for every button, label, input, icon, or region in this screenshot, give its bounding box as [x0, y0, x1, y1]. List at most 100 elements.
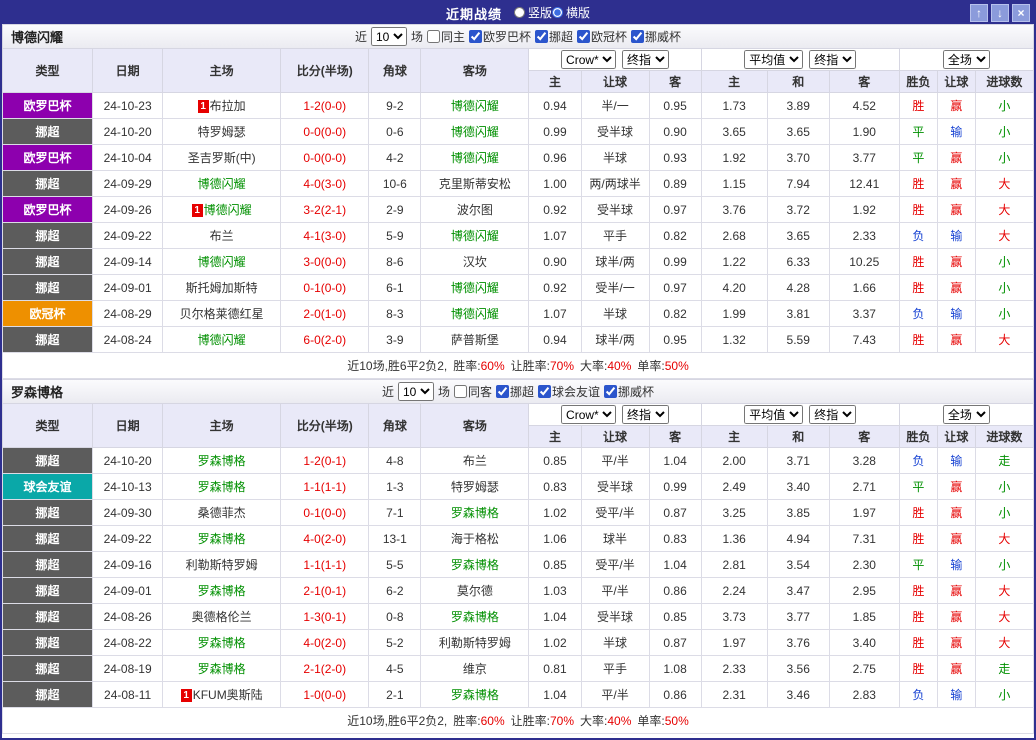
league-filter-0[interactable]: 欧罗巴杯 — [468, 28, 531, 45]
handicap-odds-cell: 半球 — [580, 144, 650, 171]
home-team-link[interactable]: 罗森博格 — [198, 584, 246, 598]
home-team-link[interactable]: 奥德格伦兰 — [192, 610, 252, 624]
league-filter-checkbox[interactable] — [496, 385, 509, 398]
league-filter-checkbox[interactable] — [468, 30, 482, 43]
match-row: 挪超 24-08-22 罗森博格 4-0(2-0) 5-2 利勒斯特罗姆 1.02 半球 0.8… — [2, 629, 1034, 656]
home-team-link[interactable]: 博德闪耀 — [198, 255, 246, 269]
home-team-link[interactable]: 贝尔格莱德红星 — [180, 307, 264, 321]
home-team-link[interactable]: 罗森博格 — [198, 636, 246, 650]
away-team-link[interactable]: 波尔图 — [457, 203, 493, 217]
league-filter-2[interactable]: 欧冠杯 — [577, 28, 627, 45]
league-filter-checkbox[interactable] — [535, 30, 548, 43]
handicap-odds-cell: 1.00 — [528, 170, 582, 197]
home-team-link[interactable]: 斯托姆加斯特 — [186, 281, 258, 295]
layout-radio-0[interactable]: 竖版 — [513, 4, 552, 21]
league-badge: 挪超 — [2, 248, 94, 275]
away-team-link[interactable]: 萨普斯堡 — [451, 333, 499, 347]
home-team-link[interactable]: 博德闪耀 — [204, 203, 252, 217]
col-header-type: 类型 — [2, 403, 94, 448]
league-filter-1[interactable]: 球会友谊 — [538, 383, 600, 400]
score-cell: 2-0(1-0) — [280, 300, 370, 327]
league-badge: 挪超 — [2, 603, 94, 630]
odds-source-select[interactable]: 平均值 — [744, 405, 804, 424]
home-team-link[interactable]: 罗森博格 — [198, 532, 246, 546]
away-team-link[interactable]: 博德闪耀 — [451, 99, 499, 113]
layout-radio-label: 竖版 — [527, 5, 552, 20]
league-filter-checkbox[interactable] — [538, 385, 552, 398]
team-name: 罗森博格 — [11, 385, 64, 400]
league-filter-2[interactable]: 挪威杯 — [604, 383, 654, 400]
odds-source-select[interactable]: 终指 — [809, 50, 857, 69]
scroll-down-button[interactable]: ↓ — [991, 4, 1009, 22]
league-filter-checkbox[interactable] — [604, 385, 618, 398]
summary-stat: 大率:40% — [580, 714, 632, 728]
home-team-link[interactable]: 罗森博格 — [198, 454, 246, 468]
away-team-link[interactable]: 博德闪耀 — [451, 307, 499, 321]
home-team-link[interactable]: 桑德菲杰 — [198, 506, 246, 520]
odds-source-select[interactable]: 终指 — [622, 50, 670, 69]
avg-odds-cell: 1.92 — [828, 196, 900, 223]
away-team-link[interactable]: 罗森博格 — [451, 506, 499, 520]
odds-source-select[interactable]: 终指 — [809, 405, 857, 424]
games-label: 场 — [410, 30, 423, 44]
away-team-link[interactable]: 罗森博格 — [451, 558, 499, 572]
home-team-link[interactable]: 博德闪耀 — [198, 177, 246, 191]
odds-source-select[interactable]: 平均值 — [744, 50, 804, 69]
layout-radio-input[interactable] — [552, 6, 563, 18]
home-team-link[interactable]: 圣吉罗斯(中) — [188, 151, 256, 165]
away-team-link[interactable]: 布兰 — [463, 454, 487, 468]
layout-radio-1[interactable]: 横版 — [552, 4, 590, 21]
league-filter-checkbox[interactable] — [577, 30, 591, 43]
odds-source-select[interactable]: Crow* — [561, 50, 617, 69]
home-team-link[interactable]: 布拉加 — [210, 99, 246, 113]
league-filter-3[interactable]: 挪威杯 — [631, 28, 681, 45]
away-team-link[interactable]: 博德闪耀 — [451, 281, 499, 295]
match-count-select[interactable]: 10 — [397, 382, 434, 401]
away-team-link[interactable]: 汉坎 — [463, 255, 487, 269]
away-team-link[interactable]: 特罗姆瑟 — [451, 480, 499, 494]
home-team-link[interactable]: 罗森博格 — [198, 480, 246, 494]
same-venue-checkbox[interactable] — [453, 385, 467, 398]
home-team-link[interactable]: 博德闪耀 — [198, 333, 246, 347]
league-filter-checkbox[interactable] — [631, 30, 645, 43]
close-icon[interactable]: × — [1012, 4, 1030, 22]
corners-cell: 8-3 — [368, 300, 422, 327]
home-team-link[interactable]: 罗森博格 — [198, 662, 246, 676]
same-venue-filter[interactable]: 同客 — [453, 383, 492, 400]
away-team-link[interactable]: 海于格松 — [451, 532, 499, 546]
same-venue-filter[interactable]: 同主 — [426, 28, 465, 45]
away-team-link[interactable]: 罗森博格 — [451, 610, 499, 624]
home-team-link[interactable]: 布兰 — [210, 229, 234, 243]
away-team-link[interactable]: 博德闪耀 — [451, 229, 499, 243]
home-team-link[interactable]: KFUM奥斯陆 — [193, 688, 263, 702]
sub-column-header: 进球数 — [974, 425, 1034, 448]
odds-source-select[interactable]: Crow* — [561, 405, 617, 424]
away-team-link[interactable]: 克里斯蒂安松 — [439, 177, 511, 191]
away-team-link[interactable]: 罗森博格 — [451, 688, 499, 702]
home-cell: 布兰 — [162, 222, 282, 249]
handicap-odds-cell: 受半/一 — [580, 274, 650, 301]
home-team-link[interactable]: 特罗姆瑟 — [198, 125, 246, 139]
away-team-link[interactable]: 博德闪耀 — [451, 151, 499, 165]
date-cell: 24-10-23 — [92, 92, 164, 119]
match-row: 欧罗巴杯 24-10-23 1 布拉加 1-2(0-0) 9-2 博德闪耀 0.94 半/一 0.… — [2, 92, 1034, 119]
odds-source-select[interactable]: 全场 — [942, 50, 990, 69]
home-team-link[interactable]: 利勒斯特罗姆 — [186, 558, 258, 572]
match-count-select[interactable]: 10 — [370, 27, 407, 46]
league-filter-1[interactable]: 挪超 — [535, 28, 573, 45]
away-cell: 博德闪耀 — [420, 144, 530, 171]
away-cell: 克里斯蒂安松 — [420, 170, 530, 197]
handicap-odds-cell: 受平/半 — [580, 499, 650, 526]
odds-source-select[interactable]: 全场 — [942, 405, 990, 424]
handicap-odds-cell: 球半 — [580, 525, 650, 552]
away-team-link[interactable]: 利勒斯特罗姆 — [439, 636, 511, 650]
away-team-link[interactable]: 博德闪耀 — [451, 125, 499, 139]
layout-radio-input[interactable] — [513, 6, 525, 18]
same-venue-checkbox[interactable] — [426, 30, 440, 43]
away-team-link[interactable]: 维京 — [463, 662, 487, 676]
handicap-odds-cell: 1.07 — [528, 300, 582, 327]
league-filter-0[interactable]: 挪超 — [496, 383, 534, 400]
away-team-link[interactable]: 莫尔德 — [457, 584, 493, 598]
scroll-up-button[interactable]: ↑ — [970, 4, 988, 22]
odds-source-select[interactable]: 终指 — [622, 405, 670, 424]
